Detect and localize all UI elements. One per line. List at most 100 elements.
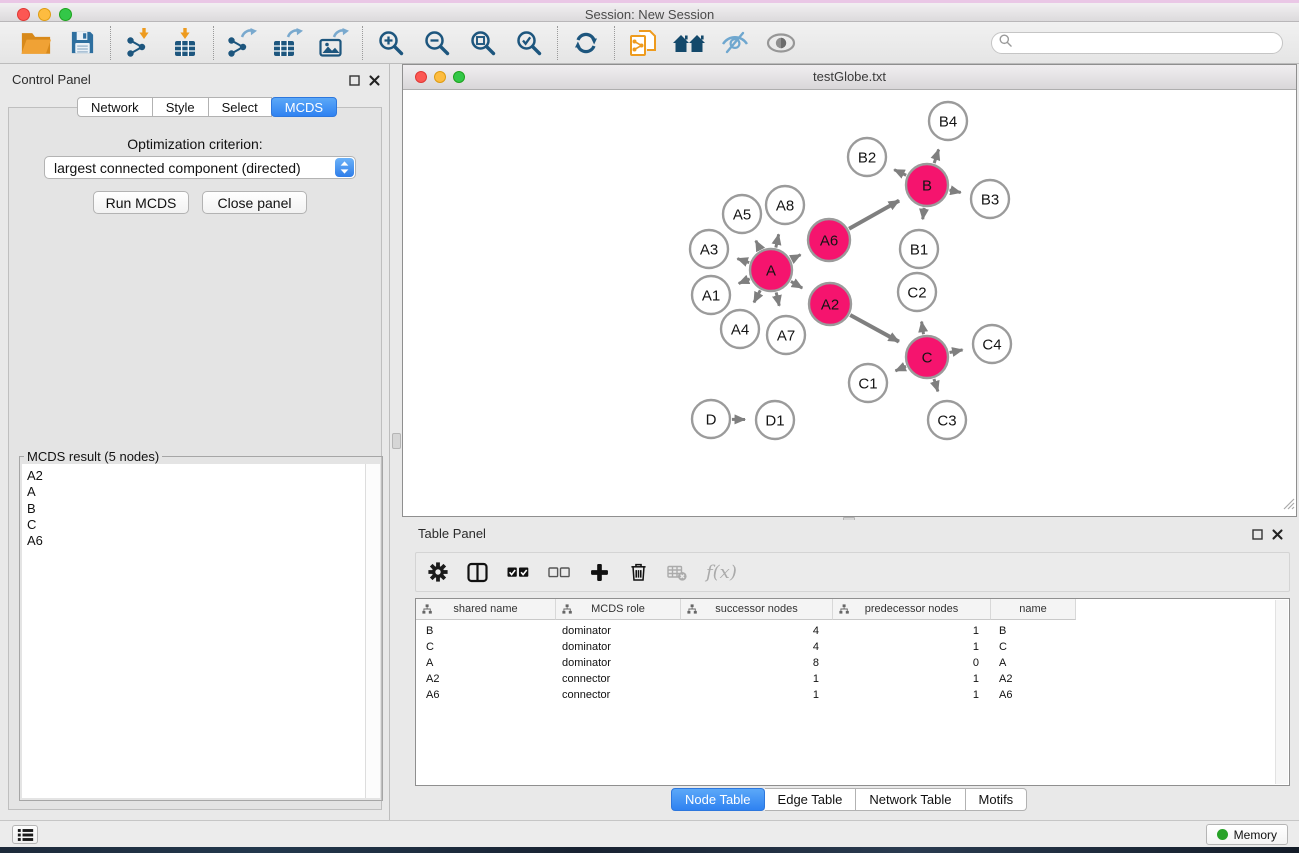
close-panel-button[interactable]: Close panel — [202, 191, 307, 214]
zoom-out-icon[interactable] — [420, 26, 454, 60]
task-history-button[interactable] — [12, 825, 38, 844]
table-row[interactable]: A6connector11A6 — [416, 687, 1289, 703]
optimization-criterion-dropdown[interactable]: largest connected component (directed) — [44, 156, 356, 179]
table-cell[interactable]: 4 — [681, 625, 833, 637]
result-list-scrollbar[interactable] — [365, 464, 380, 798]
table-row[interactable]: A2connector11A2 — [416, 671, 1289, 687]
deselect-all-checkboxes-icon[interactable] — [548, 560, 570, 584]
float-table-panel-icon[interactable] — [1252, 527, 1263, 545]
table-cell[interactable]: connector — [556, 673, 681, 685]
table-cell[interactable]: B — [416, 625, 556, 637]
column-header-name[interactable]: name — [991, 599, 1076, 620]
graph-node-A[interactable]: A — [750, 249, 792, 291]
column-visibility-icon[interactable] — [467, 560, 488, 584]
graph-edge-A-A8[interactable] — [776, 234, 779, 247]
graph-edge-B-B3[interactable] — [949, 190, 960, 193]
graph-node-A5[interactable]: A5 — [723, 195, 761, 233]
tab-style[interactable]: Style — [153, 97, 209, 117]
graph-node-B1[interactable]: B1 — [900, 230, 938, 268]
document-network-icon[interactable] — [626, 26, 660, 60]
graph-node-B3[interactable]: B3 — [971, 180, 1009, 218]
graph-edge-B-B1[interactable] — [923, 208, 924, 219]
export-image-icon[interactable] — [317, 26, 351, 60]
close-panel-icon[interactable] — [369, 73, 380, 91]
table-cell[interactable]: B — [991, 625, 1076, 637]
result-list-item[interactable]: A — [27, 484, 366, 500]
tab-edge-table[interactable]: Edge Table — [765, 788, 857, 811]
graph-node-D1[interactable]: D1 — [756, 401, 794, 439]
import-network-icon[interactable] — [122, 26, 156, 60]
graph-edge-A-A2[interactable] — [791, 281, 802, 288]
graph-node-A6[interactable]: A6 — [808, 219, 850, 261]
mcds-result-list[interactable]: A2ABCA6 — [22, 464, 366, 798]
graph-edge-A-A5[interactable] — [756, 241, 761, 250]
node-table[interactable]: shared nameMCDS rolesuccessor nodesprede… — [415, 598, 1290, 786]
graph-edge-C-C3[interactable] — [934, 379, 938, 391]
add-column-icon[interactable] — [589, 560, 609, 584]
table-cell[interactable]: A2 — [991, 673, 1076, 685]
tab-motifs[interactable]: Motifs — [966, 788, 1028, 811]
table-cell[interactable]: dominator — [556, 657, 681, 669]
splitter-handle[interactable] — [392, 433, 401, 449]
graph-node-C3[interactable]: C3 — [928, 401, 966, 439]
table-cell[interactable]: connector — [556, 689, 681, 701]
table-cell[interactable]: A6 — [991, 689, 1076, 701]
home-icon[interactable] — [672, 26, 706, 60]
float-panel-icon[interactable] — [349, 73, 360, 91]
table-cell[interactable]: dominator — [556, 641, 681, 653]
network-canvas[interactable]: B4B2BB3A8A5A6A3B1AC2A1A2A4A7C4CC1DD1C3 — [403, 90, 1296, 516]
tab-mcds[interactable]: MCDS — [271, 97, 337, 117]
column-header-predecessor-nodes[interactable]: predecessor nodes — [833, 599, 991, 620]
delete-table-icon[interactable] — [667, 560, 687, 584]
table-cell[interactable]: 4 — [681, 641, 833, 653]
graph-edge-A-A4[interactable] — [754, 290, 760, 302]
graph-edge-B-B4[interactable] — [934, 150, 938, 164]
graph-node-C[interactable]: C — [906, 336, 948, 378]
select-all-checkboxes-icon[interactable] — [507, 560, 529, 584]
table-row[interactable]: Cdominator41C — [416, 639, 1289, 655]
graph-edge-A6-B[interactable] — [849, 201, 899, 229]
open-folder-icon[interactable] — [19, 26, 53, 60]
refresh-icon[interactable] — [569, 26, 603, 60]
tab-network[interactable]: Network — [77, 97, 153, 117]
graph-edge-C-C1[interactable] — [895, 366, 906, 371]
panel-splitter[interactable] — [390, 64, 402, 820]
memory-button[interactable]: Memory — [1206, 824, 1288, 845]
table-cell[interactable]: 1 — [681, 689, 833, 701]
table-cell[interactable]: C — [991, 641, 1076, 653]
graph-node-B2[interactable]: B2 — [848, 138, 886, 176]
show-graphics-icon[interactable] — [764, 26, 798, 60]
zoom-fit-icon[interactable] — [466, 26, 500, 60]
result-list-item[interactable]: A6 — [27, 533, 366, 549]
delete-column-icon[interactable] — [628, 560, 648, 584]
table-row[interactable]: Bdominator41B — [416, 623, 1289, 639]
import-table-icon[interactable] — [168, 26, 202, 60]
hide-graphics-icon[interactable] — [718, 26, 752, 60]
graph-node-A8[interactable]: A8 — [766, 186, 804, 224]
table-cell[interactable]: 0 — [833, 657, 991, 669]
table-cell[interactable]: A6 — [416, 689, 556, 701]
graph-edge-B-B2[interactable] — [894, 170, 906, 176]
graph-node-B4[interactable]: B4 — [929, 102, 967, 140]
close-table-panel-icon[interactable] — [1272, 527, 1283, 545]
export-table-icon[interactable] — [271, 26, 305, 60]
table-cell[interactable]: 1 — [833, 625, 991, 637]
table-cell[interactable]: 1 — [833, 689, 991, 701]
graph-node-C1[interactable]: C1 — [849, 364, 887, 402]
graph-edge-A-A1[interactable] — [739, 279, 750, 284]
tab-select[interactable]: Select — [209, 97, 272, 117]
settings-gear-icon[interactable] — [428, 560, 448, 584]
graph-node-D[interactable]: D — [692, 400, 730, 438]
table-cell[interactable]: 1 — [681, 673, 833, 685]
search-field[interactable] — [991, 32, 1283, 54]
table-cell[interactable]: A — [416, 657, 556, 669]
table-cell[interactable]: 1 — [833, 641, 991, 653]
graph-node-C4[interactable]: C4 — [973, 325, 1011, 363]
graph-edge-A-A3[interactable] — [737, 259, 749, 263]
table-cell[interactable]: C — [416, 641, 556, 653]
graph-node-A2[interactable]: A2 — [809, 283, 851, 325]
table-cell[interactable]: A — [991, 657, 1076, 669]
tab-node-table[interactable]: Node Table — [671, 788, 765, 811]
table-cell[interactable]: 8 — [681, 657, 833, 669]
export-network-icon[interactable] — [225, 26, 259, 60]
